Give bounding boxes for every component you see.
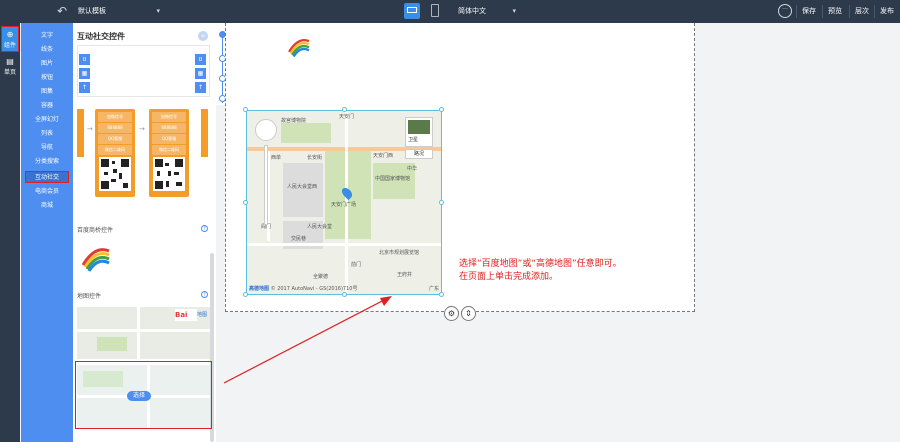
instruction-arrow [223,296,392,384]
